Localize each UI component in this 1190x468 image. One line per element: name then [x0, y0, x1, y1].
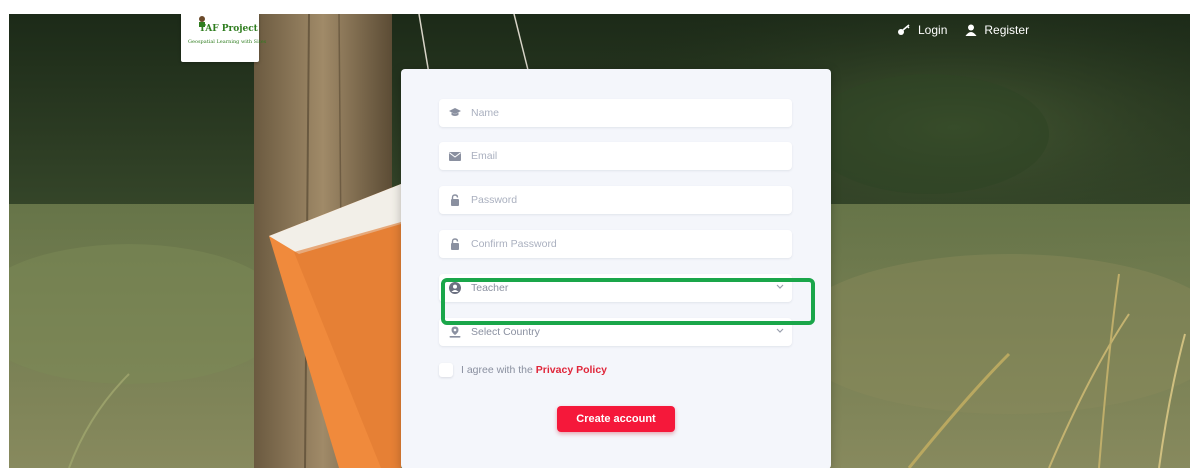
login-key-icon [898, 24, 910, 35]
agree-checkbox[interactable] [439, 363, 453, 377]
page-frame: TAF Project Geospatial Learning with Sit… [9, 14, 1190, 468]
logo-title: TAF Project [199, 24, 258, 34]
register-label: Register [984, 23, 1030, 37]
name-input[interactable]: Name [439, 99, 792, 127]
user-icon [965, 24, 977, 36]
envelope-icon [449, 150, 461, 162]
email-placeholder: Email [471, 150, 498, 162]
confirm-password-input[interactable]: Confirm Password [439, 230, 792, 258]
email-input[interactable]: Email [439, 142, 792, 170]
lock-icon [449, 238, 461, 250]
chevron-down-icon [776, 328, 784, 333]
location-pin-icon [449, 326, 461, 338]
confirm-password-placeholder: Confirm Password [471, 238, 557, 250]
password-placeholder: Password [471, 194, 518, 206]
logo-subtitle: Geospatial Learning with Sites [188, 39, 267, 45]
privacy-policy-link[interactable]: Privacy Policy [536, 364, 607, 376]
top-navigation: Login Register [897, 23, 1029, 37]
graduation-cap-icon [449, 107, 461, 119]
role-select-highlight [441, 278, 815, 325]
site-logo[interactable]: TAF Project Geospatial Learning with Sit… [181, 14, 266, 62]
register-link[interactable]: Register [965, 23, 1029, 37]
create-account-button[interactable]: Create account [557, 406, 675, 432]
lock-icon [449, 194, 461, 206]
password-input[interactable]: Password [439, 186, 792, 214]
register-card: Name Email Password Confirm Password Tea… [401, 69, 831, 468]
login-label: Login [918, 23, 948, 37]
login-link[interactable]: Login [897, 23, 947, 37]
name-placeholder: Name [471, 107, 500, 119]
privacy-agreement: I agree with the Privacy Policy [439, 363, 607, 377]
country-placeholder: Select Country [471, 326, 540, 338]
agree-text: I agree with the [461, 364, 533, 376]
